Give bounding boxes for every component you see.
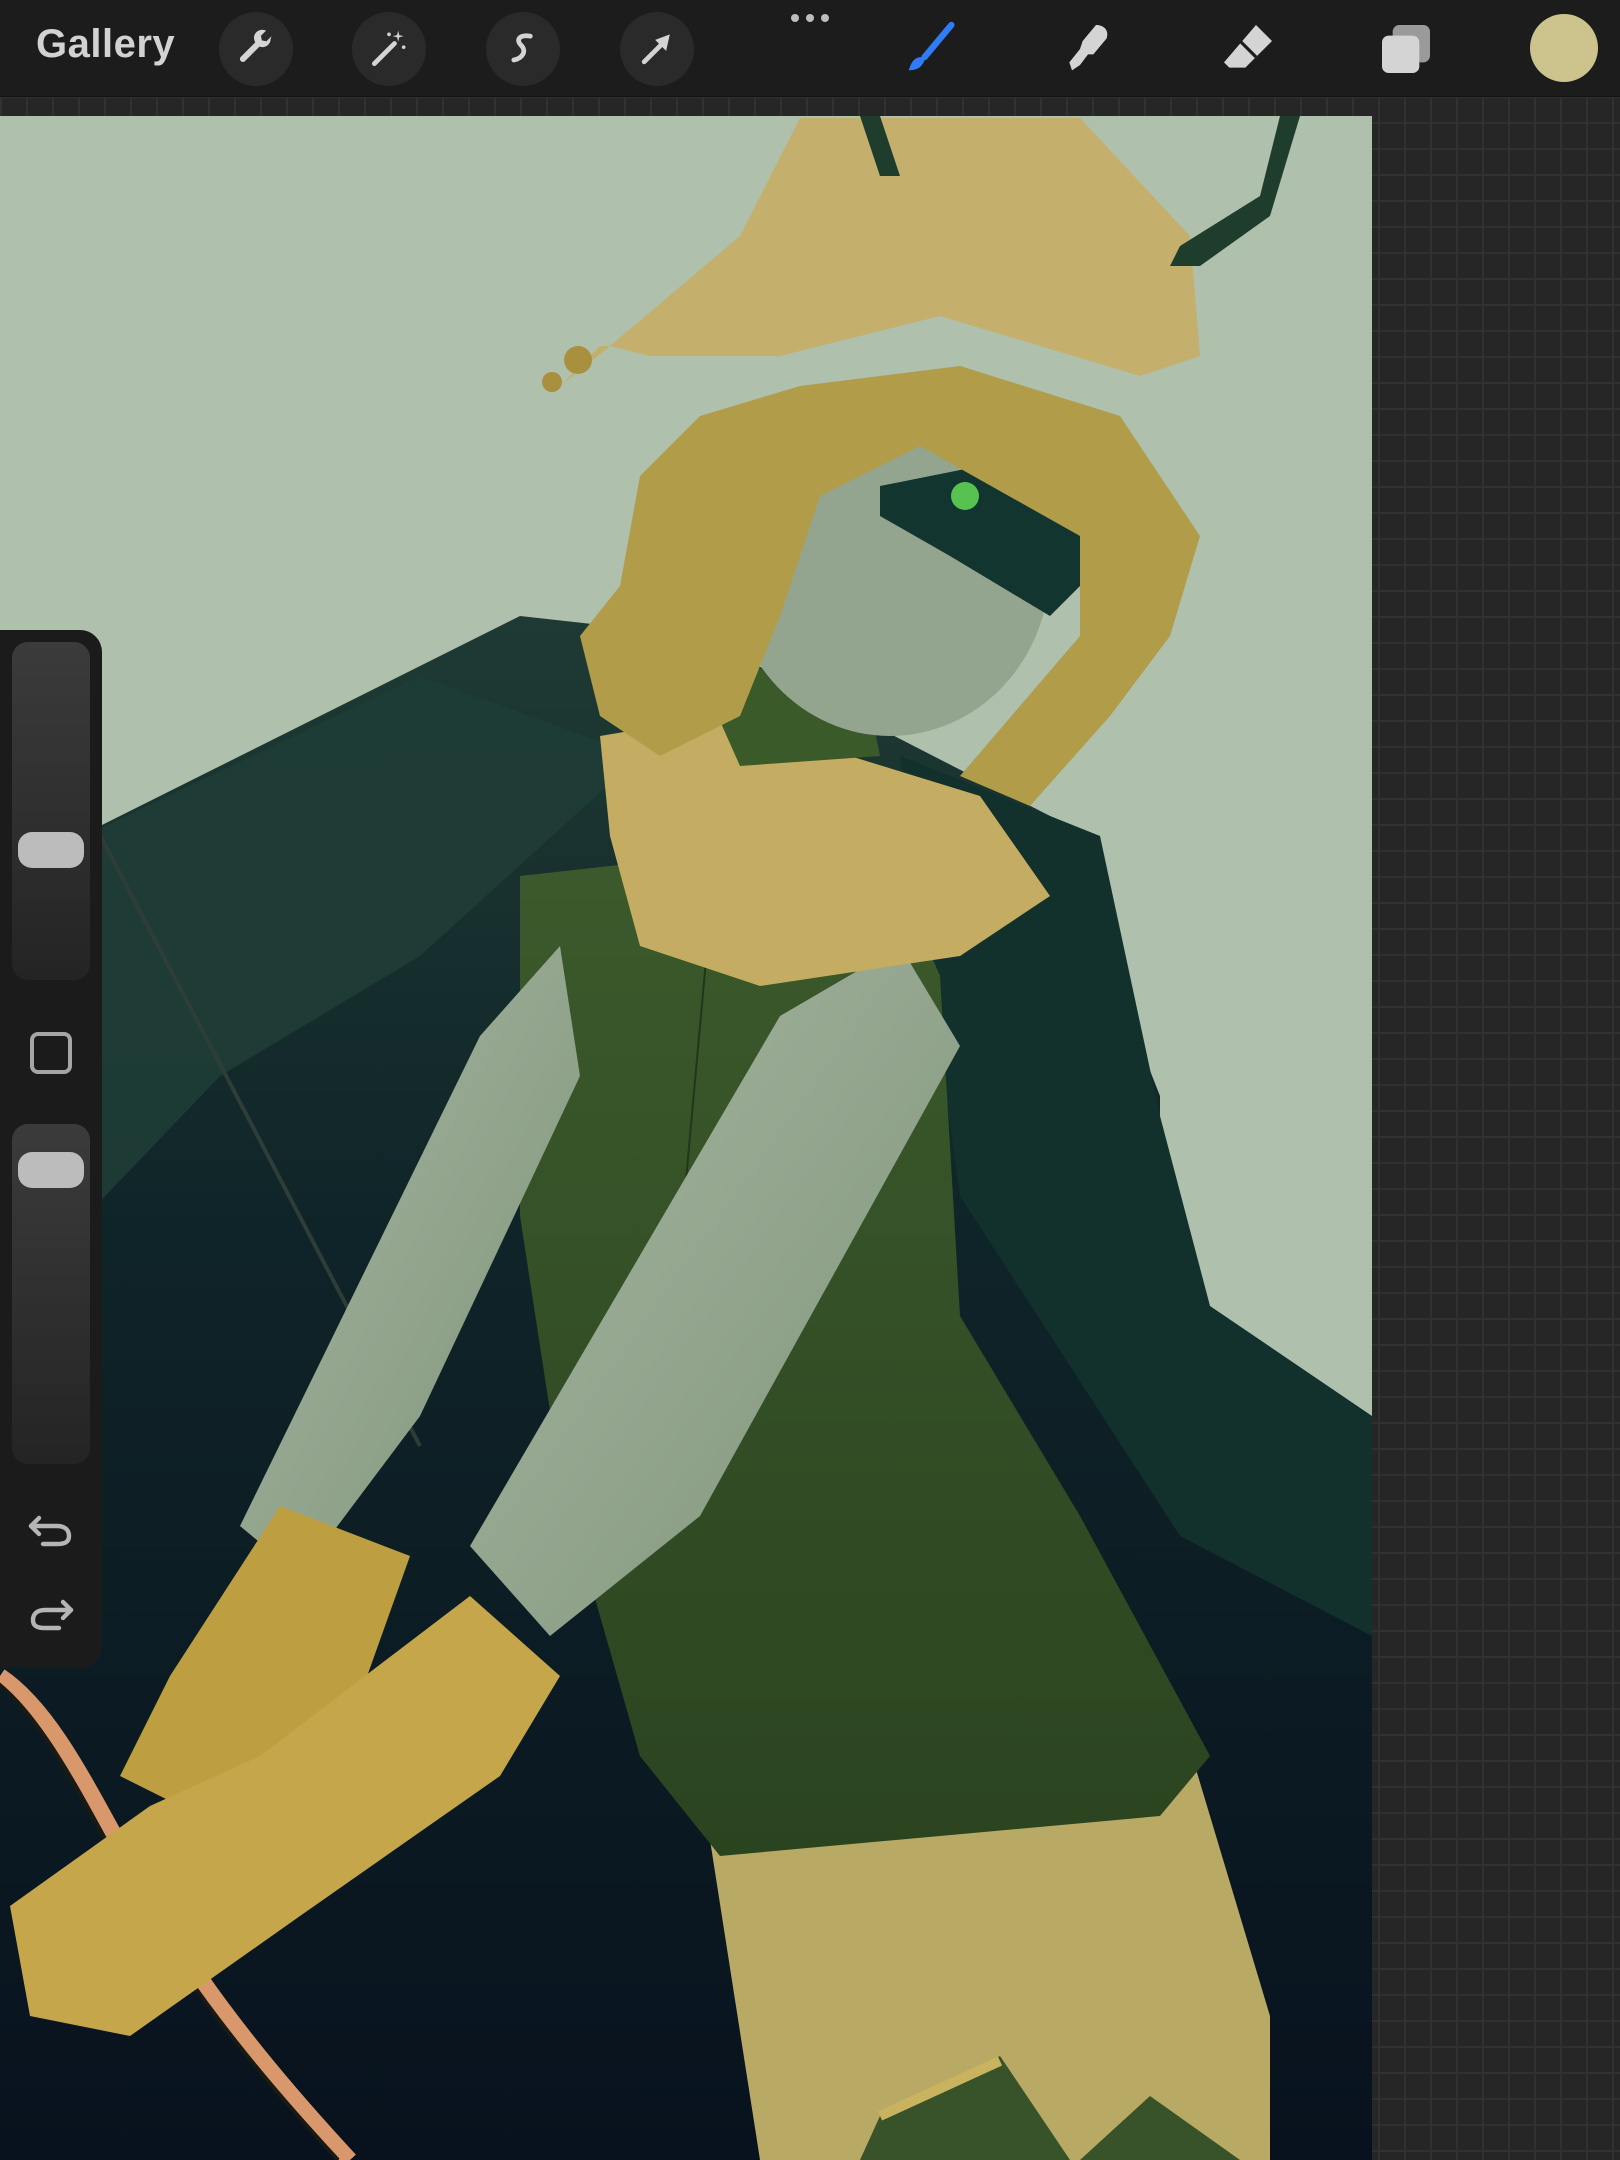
color-swatch[interactable] <box>1530 14 1598 82</box>
undo-icon <box>28 1515 72 1547</box>
smudge-button[interactable] <box>1053 14 1123 84</box>
square-icon[interactable] <box>30 1032 72 1074</box>
artwork <box>0 116 1372 2160</box>
brush-icon <box>908 21 955 71</box>
gallery-button[interactable]: Gallery <box>36 22 175 67</box>
arrow-cursor-icon <box>641 34 670 65</box>
brush-opacity-thumb[interactable] <box>18 1152 84 1188</box>
transform-button[interactable] <box>620 12 694 86</box>
undo-button[interactable] <box>24 1506 78 1550</box>
brush-opacity-slider[interactable] <box>12 1124 90 1464</box>
more-dots-icon[interactable] <box>784 8 836 28</box>
magic-wand-icon <box>371 30 406 67</box>
wrench-icon <box>239 29 272 62</box>
adjustments-button[interactable] <box>352 12 426 86</box>
top-toolbar: Gallery <box>0 0 1620 97</box>
drawing-canvas[interactable] <box>0 116 1372 2160</box>
redo-button[interactable] <box>24 1590 78 1634</box>
selection-icon <box>511 33 533 63</box>
selection-button[interactable] <box>486 12 560 86</box>
brush-size-slider[interactable] <box>12 642 90 980</box>
smudge-icon <box>1069 25 1108 71</box>
eraser-icon <box>1224 25 1272 68</box>
brush-button[interactable] <box>895 14 965 84</box>
actions-button[interactable] <box>219 12 293 86</box>
eraser-button[interactable] <box>1213 14 1283 84</box>
brush-size-thumb[interactable] <box>18 832 84 868</box>
redo-icon <box>30 1599 74 1631</box>
left-sidebar <box>0 630 102 1668</box>
layers-icon <box>1382 25 1430 73</box>
layers-button[interactable] <box>1371 14 1441 84</box>
